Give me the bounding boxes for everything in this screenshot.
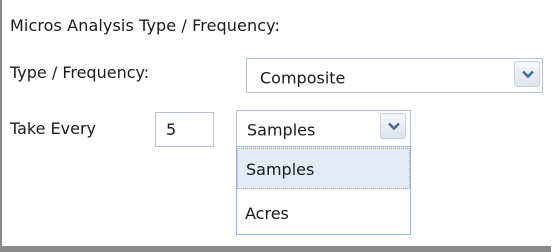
chevron-down-icon <box>522 70 534 79</box>
take-every-input[interactable] <box>155 112 214 147</box>
take-every-unit-select[interactable]: Samples <box>236 110 411 147</box>
type-frequency-value: Composite <box>260 68 346 88</box>
option-acres[interactable]: Acres <box>237 193 410 234</box>
type-frequency-select[interactable]: Composite <box>246 58 543 93</box>
option-samples[interactable]: Samples <box>237 148 410 189</box>
micros-analysis-panel: Micros Analysis Type / Frequency: Type /… <box>0 0 551 252</box>
type-frequency-dropdown-button[interactable] <box>514 61 540 87</box>
take-every-label: Take Every <box>10 119 97 138</box>
chevron-down-icon <box>388 122 400 131</box>
take-every-unit-options: Samples Acres <box>236 146 411 235</box>
take-every-unit-dropdown-button[interactable] <box>380 113 406 139</box>
take-every-unit-value: Samples <box>247 120 316 140</box>
section-heading: Micros Analysis Type / Frequency: <box>10 16 280 35</box>
type-frequency-label: Type / Frequency: <box>10 63 150 82</box>
